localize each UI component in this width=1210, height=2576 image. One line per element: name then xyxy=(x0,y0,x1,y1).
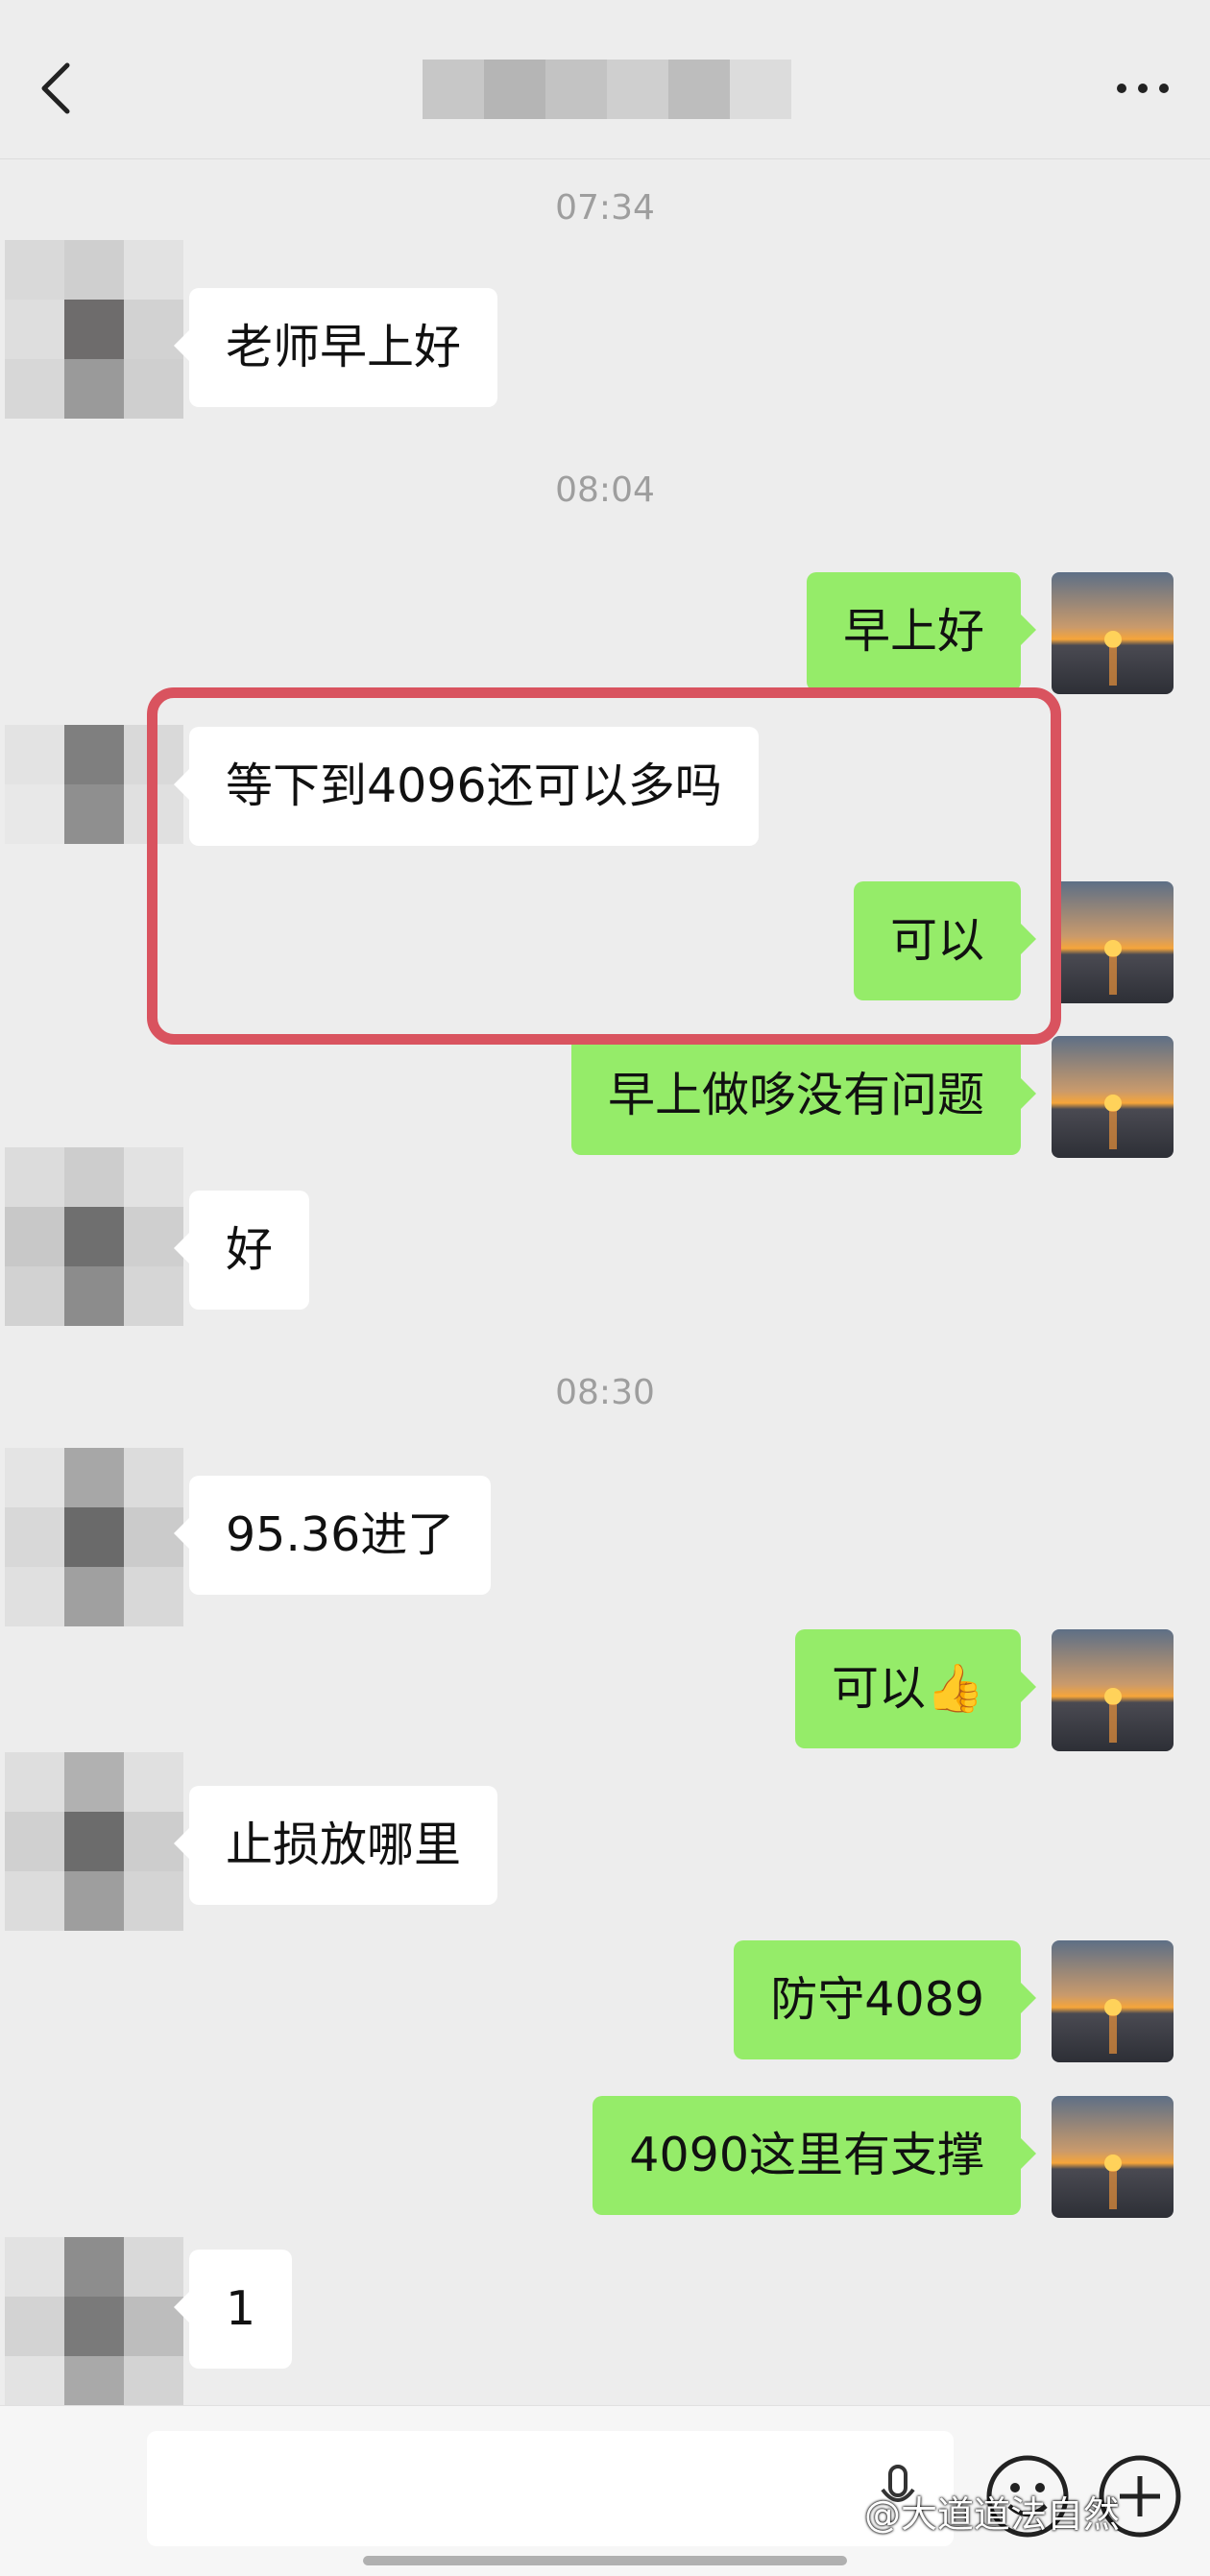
message-bubble[interactable]: 老师早上好 xyxy=(173,288,498,407)
self-avatar[interactable] xyxy=(1052,2096,1174,2218)
contact-avatar[interactable] xyxy=(5,2237,183,2416)
self-avatar[interactable] xyxy=(1052,1940,1174,2062)
self-avatar[interactable] xyxy=(1052,572,1174,694)
message-bubble[interactable]: 可以👍 xyxy=(794,1629,1037,1748)
contact-avatar[interactable] xyxy=(5,240,183,419)
timestamp: 07:34 xyxy=(555,188,655,228)
contact-avatar[interactable] xyxy=(5,1147,183,1326)
self-avatar[interactable] xyxy=(1052,1036,1174,1158)
message-bubble[interactable]: 早上做哆没有问题 xyxy=(570,1036,1037,1155)
message-bubble[interactable]: 好 xyxy=(173,1191,310,1310)
self-avatar[interactable] xyxy=(1052,1629,1174,1751)
chat-header xyxy=(0,0,1210,159)
chevron-left-icon[interactable] xyxy=(36,60,75,117)
contact-avatar[interactable] xyxy=(5,1448,183,1626)
watermark: @大道道法自然 xyxy=(864,2493,1121,2536)
message-input[interactable] xyxy=(147,2431,954,2546)
timestamp: 08:04 xyxy=(555,470,655,510)
message-bubble[interactable]: 止损放哪里 xyxy=(173,1786,498,1905)
chat-title-blurred xyxy=(423,60,791,119)
message-bubble[interactable]: 早上好 xyxy=(806,572,1037,691)
message-bubble[interactable]: 1 xyxy=(173,2250,293,2369)
thumbs-up-emoji: 👍 xyxy=(925,1661,984,1716)
timestamp: 08:30 xyxy=(555,1373,655,1412)
message-bubble[interactable]: 95.36进了 xyxy=(173,1476,492,1595)
ellipsis-icon[interactable] xyxy=(1114,79,1172,98)
message-bubble[interactable]: 4090这里有支撑 xyxy=(593,2096,1036,2215)
message-bubble[interactable]: 防守4089 xyxy=(734,1940,1036,2059)
self-avatar[interactable] xyxy=(1052,881,1174,1003)
highlight-box xyxy=(147,687,1061,1045)
contact-avatar[interactable] xyxy=(5,1752,183,1931)
message-text: 可以 xyxy=(831,1661,926,1716)
home-indicator[interactable] xyxy=(363,2556,847,2565)
